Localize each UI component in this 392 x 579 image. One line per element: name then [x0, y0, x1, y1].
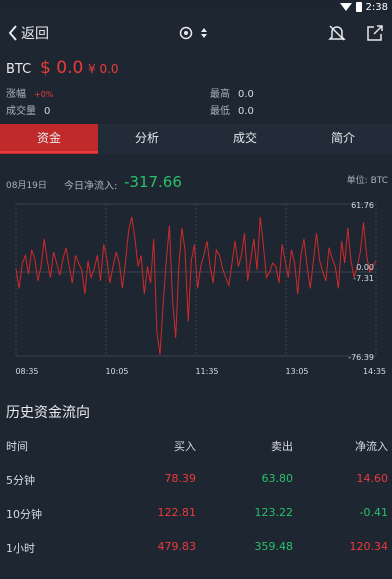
row-time: 10分钟 — [6, 508, 42, 521]
switch-coin-icon — [179, 26, 193, 40]
clock: 2:38 — [365, 1, 388, 13]
detail-tabs: 资金 分析 成交 简介 — [0, 124, 392, 154]
share-icon[interactable] — [366, 24, 384, 42]
table-row[interactable]: 5分钟 78.39 63.80 14.60 — [0, 462, 392, 496]
volume-label: 成交量 — [6, 106, 36, 117]
y-tick-label: -7.31 — [353, 274, 374, 283]
x-tick-label: 11:35 — [195, 367, 218, 376]
x-tick-label: 13:05 — [285, 367, 308, 376]
x-tick-label: 10:05 — [105, 367, 128, 376]
alert-bell-icon[interactable] — [328, 24, 346, 42]
row-sell: 123.22 — [254, 506, 294, 519]
chevron-left-icon — [8, 25, 17, 41]
coin-switcher[interactable] — [179, 26, 207, 40]
low-stat: 最低 0.0 — [210, 102, 254, 117]
active-tab-indicator — [0, 151, 98, 153]
col-time: 时间 — [6, 440, 28, 453]
table-header: 时间 买入 卖出 净流入 — [0, 428, 392, 462]
row-buy: 122.81 — [157, 506, 197, 519]
wifi-icon — [339, 3, 352, 11]
high-stat: 最高 0.0 — [210, 85, 254, 100]
flow-line-chart: 61.76 0.00 -7.31 -76.39 08:35 10:05 11:35 13:05… — [15, 201, 386, 376]
row-time: 1小时 — [6, 542, 35, 555]
row-net: 120.34 — [349, 540, 389, 553]
coin-symbol: BTC — [6, 62, 32, 77]
back-button[interactable]: 返回 — [8, 23, 49, 43]
table-row[interactable]: 10分钟 122.81 123.22 -0.41 — [0, 496, 392, 530]
coin-summary: BTC $ 0.0 ¥ 0.0 涨幅 +0% 最高 0.0 成交量 0 最低 0.0 — [0, 54, 392, 120]
high-label: 最高 — [210, 89, 230, 100]
back-label: 返回 — [21, 26, 49, 42]
battery-icon — [355, 2, 362, 12]
row-buy: 78.39 — [164, 472, 197, 485]
tab-analysis[interactable]: 分析 — [98, 124, 196, 154]
row-time: 5分钟 — [6, 474, 35, 487]
y-tick-label: 0.00 — [356, 263, 374, 272]
volume-stat: 成交量 0 — [6, 102, 50, 117]
row-buy: 479.83 — [157, 540, 197, 553]
col-net: 净流入 — [355, 440, 388, 453]
tab-intro[interactable]: 简介 — [294, 124, 392, 154]
col-sell: 卖出 — [271, 440, 293, 453]
tab-trades[interactable]: 成交 — [196, 124, 294, 154]
low-value: 0.0 — [238, 106, 254, 117]
col-buy: 买入 — [174, 440, 196, 453]
fund-flow-chart: 08月19日 今日净流入: -317.66 单位: BTC 61.76 0.00-… — [0, 156, 392, 382]
row-net: -0.41 — [359, 506, 388, 519]
table-row[interactable]: 1小时 479.83 359.48 120.34 — [0, 530, 392, 564]
y-tick-label: -76.39 — [348, 353, 374, 362]
price-cny: ¥ 0.0 — [88, 62, 119, 76]
change-label: 涨幅 — [6, 89, 26, 100]
updown-arrow-icon — [201, 28, 207, 38]
status-bar: 2:38 — [0, 0, 392, 14]
top-bar: 返回 — [0, 14, 392, 54]
change-value: +0% — [34, 90, 54, 99]
row-net: 14.60 — [356, 472, 389, 485]
row-sell: 359.48 — [254, 540, 294, 553]
history-title: 历史资金流向 — [6, 405, 90, 421]
x-tick-label: 14:35 — [363, 367, 386, 376]
y-tick-label: 61.76 — [351, 201, 374, 210]
high-value: 0.0 — [238, 89, 254, 100]
row-sell: 63.80 — [261, 472, 294, 485]
price-usd: $ 0.0 — [40, 58, 84, 78]
volume-value: 0 — [44, 106, 51, 117]
tab-funds[interactable]: 资金 — [0, 124, 98, 154]
x-tick-label: 08:35 — [15, 367, 38, 376]
low-label: 最低 — [210, 106, 230, 117]
change-stat: 涨幅 +0% — [6, 85, 53, 100]
